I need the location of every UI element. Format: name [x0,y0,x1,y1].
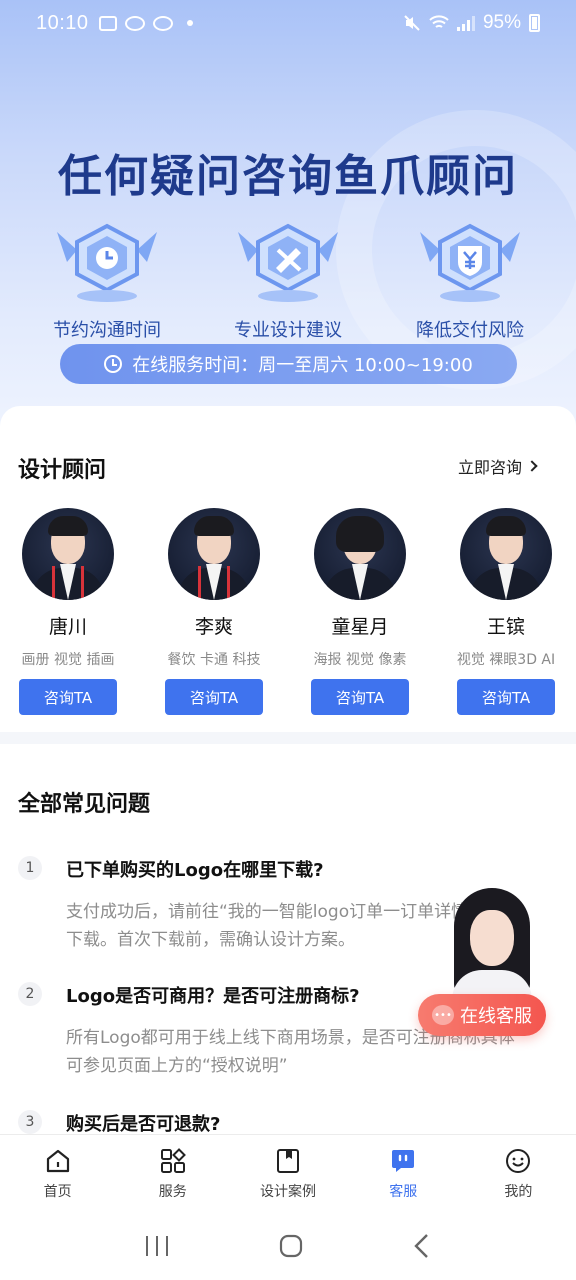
consultants-section: 设计顾问 立即咨询 唐川 画册 视觉 插画 咨询TA 李爽 餐饮 卡通 科技 咨… [0,406,576,732]
avatar [460,508,552,600]
consult-now-link[interactable]: 立即咨询 [457,454,538,478]
consultant-card[interactable]: 唐川 画册 视觉 插画 咨询TA [3,508,133,715]
tab-design-cases[interactable]: 设计案例 [230,1135,345,1212]
bookmark-icon [277,1149,299,1173]
home-icon [46,1149,69,1173]
faq-item[interactable]: 3 购买后是否可退款? [18,1110,538,1134]
hero-title: 任何疑问咨询鱼爪顾问 [58,151,518,202]
status-bar: 10:10 95% [0,0,576,46]
notification-dot-icon [186,20,193,26]
faq-question: 已下单购买的Logo在哪里下载? [66,860,324,881]
wifi-icon [429,15,449,28]
feature-label: 降低交付风险 [416,320,524,341]
battery-icon [529,14,540,32]
consultant-tags: 餐饮 卡通 科技 [167,652,261,668]
consultant-tags: 视觉 裸眼3D AI [456,652,556,668]
faq-number: 2 [18,982,42,1006]
system-navigation-bar [0,1212,576,1280]
service-hours-banner: 在线服务时间：周一至周六 10:00~19:00 [60,344,517,384]
tab-label: 首页 [43,1184,72,1200]
bottom-tab-bar: 首页 服务 设计案例 客服 我的 [0,1134,576,1212]
hero-banner: 10:10 95% 任何疑问咨询鱼爪顾问 节约沟通时间 专业设计建议 降低交付风… [0,0,576,430]
feature-save-time: 节约沟通时间 [22,222,192,342]
grid-icon [160,1148,186,1173]
service-hours-text: 在线服务时间：周一至周六 10:00~19:00 [132,355,473,376]
feature-design-advice: 专业设计建议 [203,222,373,342]
gallery-icon [98,15,117,31]
yen-shield-badge-icon [420,222,520,304]
tab-home[interactable]: 首页 [0,1135,115,1212]
mute-icon [404,15,420,31]
avatar [168,508,260,600]
home-button-icon[interactable] [278,1233,304,1259]
consult-button[interactable]: 咨询TA [165,679,263,715]
tab-mine[interactable]: 我的 [461,1135,576,1212]
tab-label: 服务 [158,1184,187,1200]
consultant-card[interactable]: 王镔 视觉 裸眼3D AI 咨询TA [441,508,571,715]
online-service-button[interactable]: ••• 在线客服 [418,994,546,1036]
chevron-right-icon [526,460,538,472]
faq-question: 购买后是否可退款? [66,1114,221,1134]
consult-button[interactable]: 咨询TA [19,679,117,715]
faq-title: 全部常见问题 [18,792,151,817]
recent-apps-icon[interactable] [144,1234,170,1258]
consult-now-label: 立即咨询 [457,458,522,477]
chat-bubble-icon: ••• [432,1005,454,1025]
chat-icon [392,1150,415,1172]
tab-services[interactable]: 服务 [115,1135,230,1212]
consult-button[interactable]: 咨询TA [457,679,555,715]
avatar [22,508,114,600]
consultant-name: 王镔 [486,616,525,638]
tab-label: 设计案例 [260,1184,316,1200]
feature-label: 专业设计建议 [234,320,342,341]
consultant-card[interactable]: 童星月 海报 视觉 像素 咨询TA [295,508,425,715]
feature-label: 节约沟通时间 [53,320,161,341]
smile-icon [506,1149,531,1173]
consultant-name: 童星月 [331,616,389,638]
shield-icon [152,15,173,31]
faq-number: 3 [18,1110,42,1134]
battery-percent: 95% [482,12,521,33]
avatar [314,508,406,600]
ruler-pencil-badge-icon [238,222,338,304]
consultant-name: 唐川 [48,616,87,638]
consultant-tags: 画册 视觉 插画 [21,652,115,668]
clock-badge-icon [57,222,157,304]
back-icon[interactable] [412,1233,432,1259]
tab-customer-service[interactable]: 客服 [346,1135,461,1212]
cloud-icon [124,15,145,31]
assistant-avatar[interactable] [444,886,540,1002]
consultant-card[interactable]: 李爽 餐饮 卡通 科技 咨询TA [149,508,279,715]
online-service-label: 在线客服 [460,1006,532,1027]
consult-button[interactable]: 咨询TA [311,679,409,715]
consultant-tags: 海报 视觉 像素 [313,652,407,668]
consultant-name: 李爽 [194,616,233,638]
faq-number: 1 [18,856,42,880]
tab-label: 客服 [389,1184,418,1200]
tab-label: 我的 [504,1184,533,1200]
feature-lower-risk: 降低交付风险 [385,222,555,342]
status-time: 10:10 [36,11,89,34]
section-divider [0,732,576,744]
consultants-title: 设计顾问 [18,458,107,483]
signal-icon [456,15,475,31]
clock-icon [104,355,123,373]
faq-question: Logo是否可商用？是否可注册商标? [66,986,360,1007]
